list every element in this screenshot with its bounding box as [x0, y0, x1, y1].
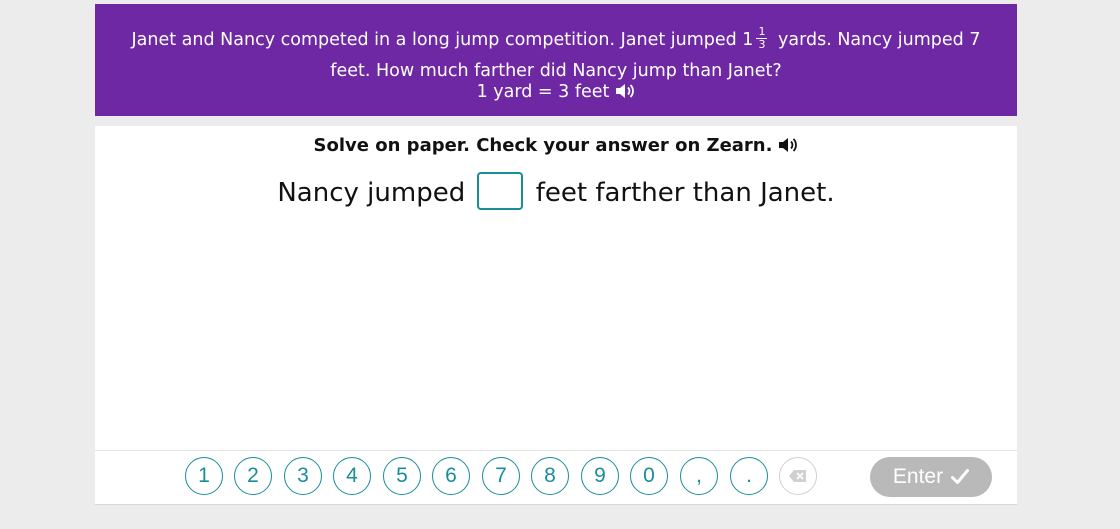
instruction-text: Solve on paper. Check your answer on Zea… [313, 135, 773, 156]
enter-label: Enter [892, 465, 944, 488]
speaker-icon[interactable] [778, 137, 798, 153]
key-9[interactable]: 9 [581, 457, 619, 495]
key-1[interactable]: 1 [185, 457, 223, 495]
key-comma[interactable]: , [680, 457, 718, 495]
key-0[interactable]: 0 [630, 457, 668, 495]
backspace-key[interactable] [779, 457, 817, 495]
key-6[interactable]: 6 [432, 457, 470, 495]
speaker-icon[interactable] [615, 83, 635, 99]
keypad-divider [95, 450, 1017, 451]
key-4[interactable]: 4 [333, 457, 371, 495]
sentence-prefix: Nancy jumped [277, 178, 466, 208]
instruction-line: Solve on paper. Check your answer on Zea… [95, 134, 1017, 158]
fraction-denominator: 3 [758, 37, 766, 51]
checkmark-icon [951, 459, 970, 499]
conversion-line: 1 yard = 3 feet [95, 80, 1017, 104]
fraction-one-third: 13 [756, 24, 768, 51]
sentence-suffix: feet farther than Janet. [535, 178, 835, 208]
key-8[interactable]: 8 [531, 457, 569, 495]
fraction-numerator: 1 [756, 24, 768, 39]
enter-button[interactable]: Enter [870, 457, 992, 497]
key-2[interactable]: 2 [234, 457, 272, 495]
answer-sentence: Nancy jumped feet farther than Janet. [95, 171, 1017, 214]
problem-banner: Janet and Nancy competed in a long jump … [95, 4, 1017, 116]
answer-input[interactable] [477, 171, 524, 210]
key-decimal[interactable]: . [730, 457, 768, 495]
problem-text-part1: Janet and Nancy competed in a long jump … [131, 30, 754, 50]
key-7[interactable]: 7 [482, 457, 520, 495]
key-5[interactable]: 5 [383, 457, 421, 495]
conversion-text: 1 yard = 3 feet [476, 82, 610, 102]
key-3[interactable]: 3 [284, 457, 322, 495]
answer-workspace: Solve on paper. Check your answer on Zea… [95, 126, 1017, 505]
backspace-icon [789, 470, 806, 482]
problem-text-line1: Janet and Nancy competed in a long jump … [95, 25, 1017, 55]
problem-text-part2: yards. Nancy jumped 7 [772, 30, 981, 50]
